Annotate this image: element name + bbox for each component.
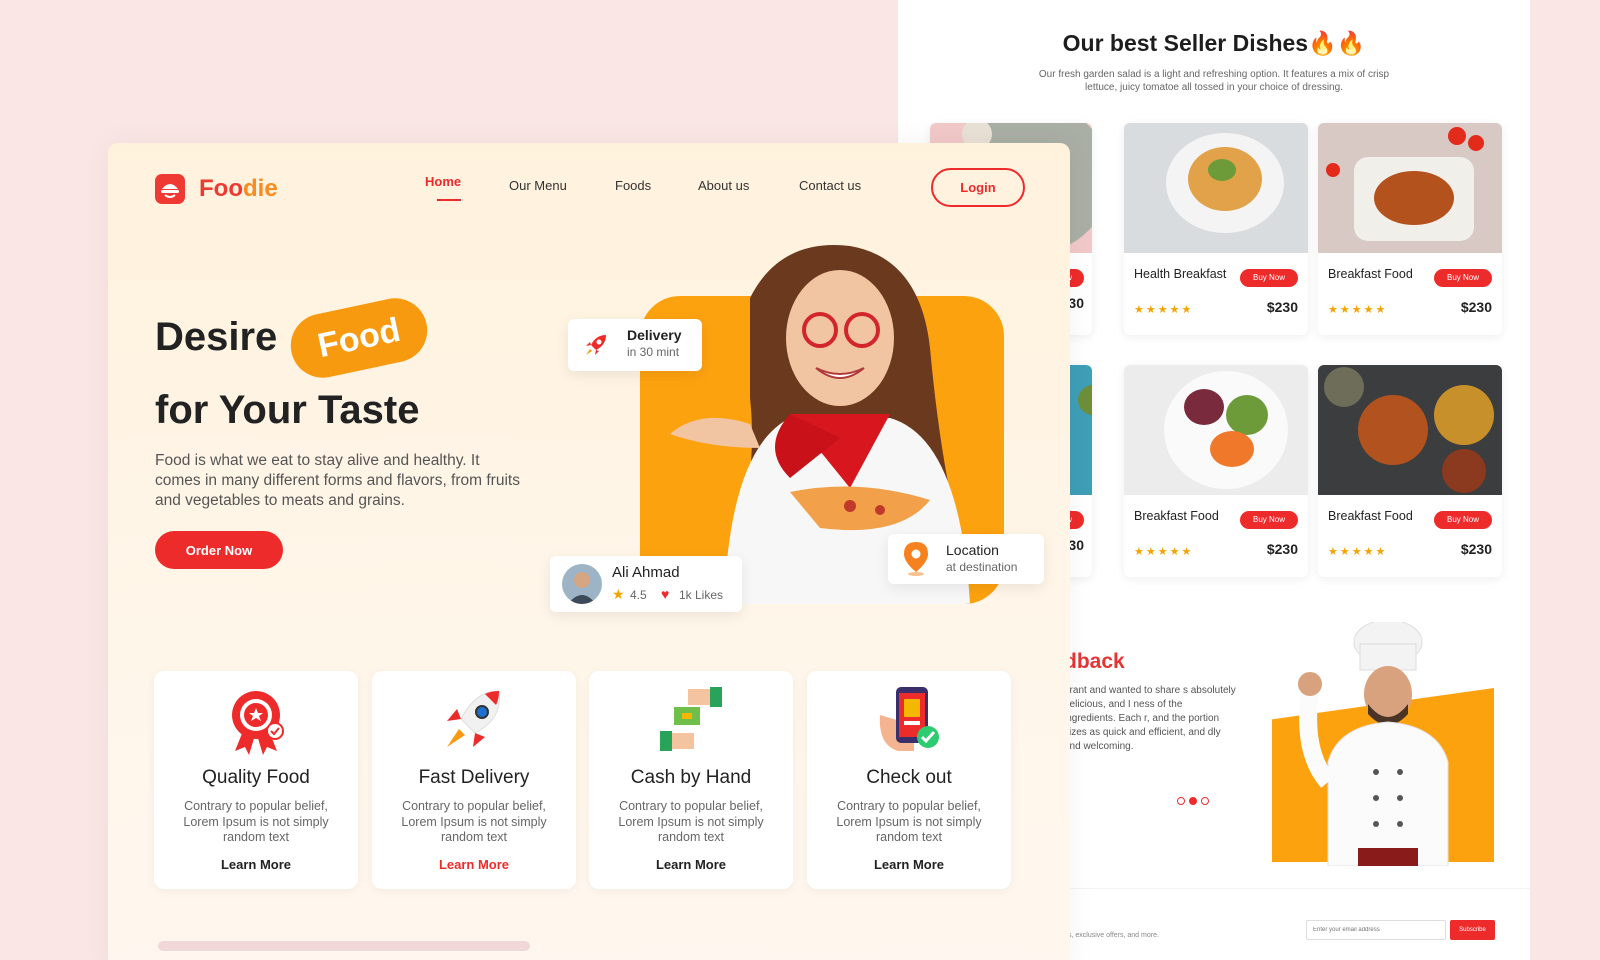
feature-title: Check out: [866, 767, 952, 788]
carousel-dot[interactable]: [1201, 797, 1209, 805]
hero-title-line1: Desire: [155, 315, 278, 359]
hero-food-pill: Food: [284, 292, 434, 384]
dish-price: $230: [1460, 299, 1492, 315]
chef-image: [1298, 622, 1449, 866]
dish-name: Breakfast Food: [1134, 509, 1219, 523]
dish-name: Breakfast Food: [1328, 267, 1413, 281]
feature-card-quality: Quality Food Contrary to popular belief,…: [154, 671, 358, 889]
cash-hand-icon: [660, 687, 722, 751]
nav-contact-us[interactable]: Contact us: [799, 178, 861, 193]
landing-page: Foodie Home Our Menu Foods About us Cont…: [108, 143, 1070, 960]
best-seller-subtitle: Our fresh garden salad is a light and re…: [1038, 69, 1390, 93]
feature-text: Contrary to popular belief, Lorem Ipsum …: [183, 799, 329, 844]
feature-text: Contrary to popular belief, Lorem Ipsum …: [401, 799, 547, 844]
dish-card: Breakfast Food Buy Now ★★★★★ $230: [1124, 365, 1308, 577]
dish-photo: [1124, 123, 1308, 253]
learn-more-link[interactable]: Learn More: [372, 857, 576, 872]
dish-price: $230: [1460, 541, 1492, 557]
feature-card-delivery: Fast Delivery Contrary to popular belief…: [372, 671, 576, 889]
buy-now-button[interactable]: Buy Now: [1434, 269, 1492, 287]
best-seller-title: Our best Seller Dishes🔥🔥: [1062, 30, 1366, 56]
logo-text: Foodie: [199, 175, 278, 202]
login-button[interactable]: Login: [931, 168, 1025, 207]
dish-rating: ★★★★★: [1328, 304, 1388, 316]
nav-home[interactable]: Home: [425, 174, 461, 189]
dish-rating: ★★★★★: [1134, 304, 1194, 316]
heart-icon: ♥: [661, 586, 670, 602]
delivery-subtitle: in 30 mint: [627, 345, 680, 359]
dish-price: $230: [1266, 541, 1298, 557]
dish-rating: ★★★★★: [1134, 546, 1194, 558]
learn-more-link[interactable]: Learn More: [807, 857, 1011, 872]
subscribe-button[interactable]: Subscribe: [1450, 920, 1495, 940]
hero-title-line2: for Your Taste: [155, 388, 420, 432]
feedback-text: urant and wanted to share s absolutely d…: [1064, 685, 1236, 752]
feature-title: Quality Food: [202, 767, 310, 788]
buy-now-button[interactable]: Buy Now: [1240, 269, 1298, 287]
dish-card: Breakfast Food Buy Now ★★★★★ $230: [1318, 365, 1502, 577]
location-subtitle: at destination: [946, 560, 1018, 574]
phone-checkout-icon: [879, 687, 939, 751]
learn-more-link[interactable]: Learn More: [154, 857, 358, 872]
learn-more-link[interactable]: Learn More: [589, 857, 793, 872]
feature-card-cash: Cash by Hand Contrary to popular belief,…: [589, 671, 793, 889]
newsletter-email-input[interactable]: [1306, 920, 1446, 940]
feature-title: Cash by Hand: [630, 767, 752, 788]
dish-rating: ★★★★★: [1328, 546, 1388, 558]
nav-our-menu[interactable]: Our Menu: [509, 178, 567, 193]
rocket-icon: [586, 335, 606, 355]
dish-photo: [1318, 365, 1502, 495]
location-card: Location at destination: [888, 534, 1044, 584]
rocket-icon: [447, 690, 500, 747]
nav-active-indicator: [437, 199, 461, 201]
dish-card: Health Breakfast Buy Now ★★★★★ $230: [1124, 123, 1308, 335]
star-icon: ★: [612, 586, 625, 602]
logo-icon: [155, 174, 185, 204]
hero-description: Food is what we eat to stay alive and he…: [155, 452, 520, 509]
award-badge-icon: [232, 691, 284, 755]
profile-rating: 4.5: [630, 588, 647, 602]
newsletter-text: s, exclusive offers, and more.: [1068, 932, 1159, 939]
feature-card-checkout: Check out Contrary to popular belief, Lo…: [807, 671, 1011, 889]
logo[interactable]: Foodie: [155, 174, 278, 204]
dish-photo: [1124, 365, 1308, 495]
nav-about-us[interactable]: About us: [698, 178, 749, 193]
dish-card: Breakfast Food Buy Now ★★★★★ $230: [1318, 123, 1502, 335]
feature-title: Fast Delivery: [418, 767, 530, 788]
buy-now-button[interactable]: Buy Now: [1240, 511, 1298, 529]
profile-likes: 1k Likes: [679, 588, 724, 602]
feature-text: Contrary to popular belief, Lorem Ipsum …: [836, 799, 982, 844]
carousel-dot-active[interactable]: [1189, 797, 1197, 805]
avatar: [562, 564, 602, 604]
delivery-card: Delivery in 30 mint: [568, 319, 702, 371]
location-pin-icon: [904, 542, 928, 576]
dish-photo: [1318, 123, 1502, 253]
order-now-button[interactable]: Order Now: [155, 531, 283, 569]
profile-card: Ali Ahmad ★ 4.5 ♥ 1k Likes: [550, 556, 742, 612]
feedback-heading: dback: [1064, 650, 1125, 673]
carousel-dot[interactable]: [1177, 797, 1185, 805]
feature-text: Contrary to popular belief, Lorem Ipsum …: [618, 799, 764, 844]
buy-now-button[interactable]: Buy Now: [1434, 511, 1492, 529]
dish-name: Breakfast Food: [1328, 509, 1413, 523]
nav-foods[interactable]: Foods: [615, 178, 651, 193]
location-title: Location: [946, 542, 999, 558]
next-section-peek: [158, 941, 530, 951]
carousel-dots[interactable]: [1177, 792, 1213, 810]
dish-price: $230: [1266, 299, 1298, 315]
delivery-title: Delivery: [627, 327, 682, 343]
dish-name: Health Breakfast: [1134, 267, 1227, 281]
profile-name: Ali Ahmad: [612, 564, 680, 581]
